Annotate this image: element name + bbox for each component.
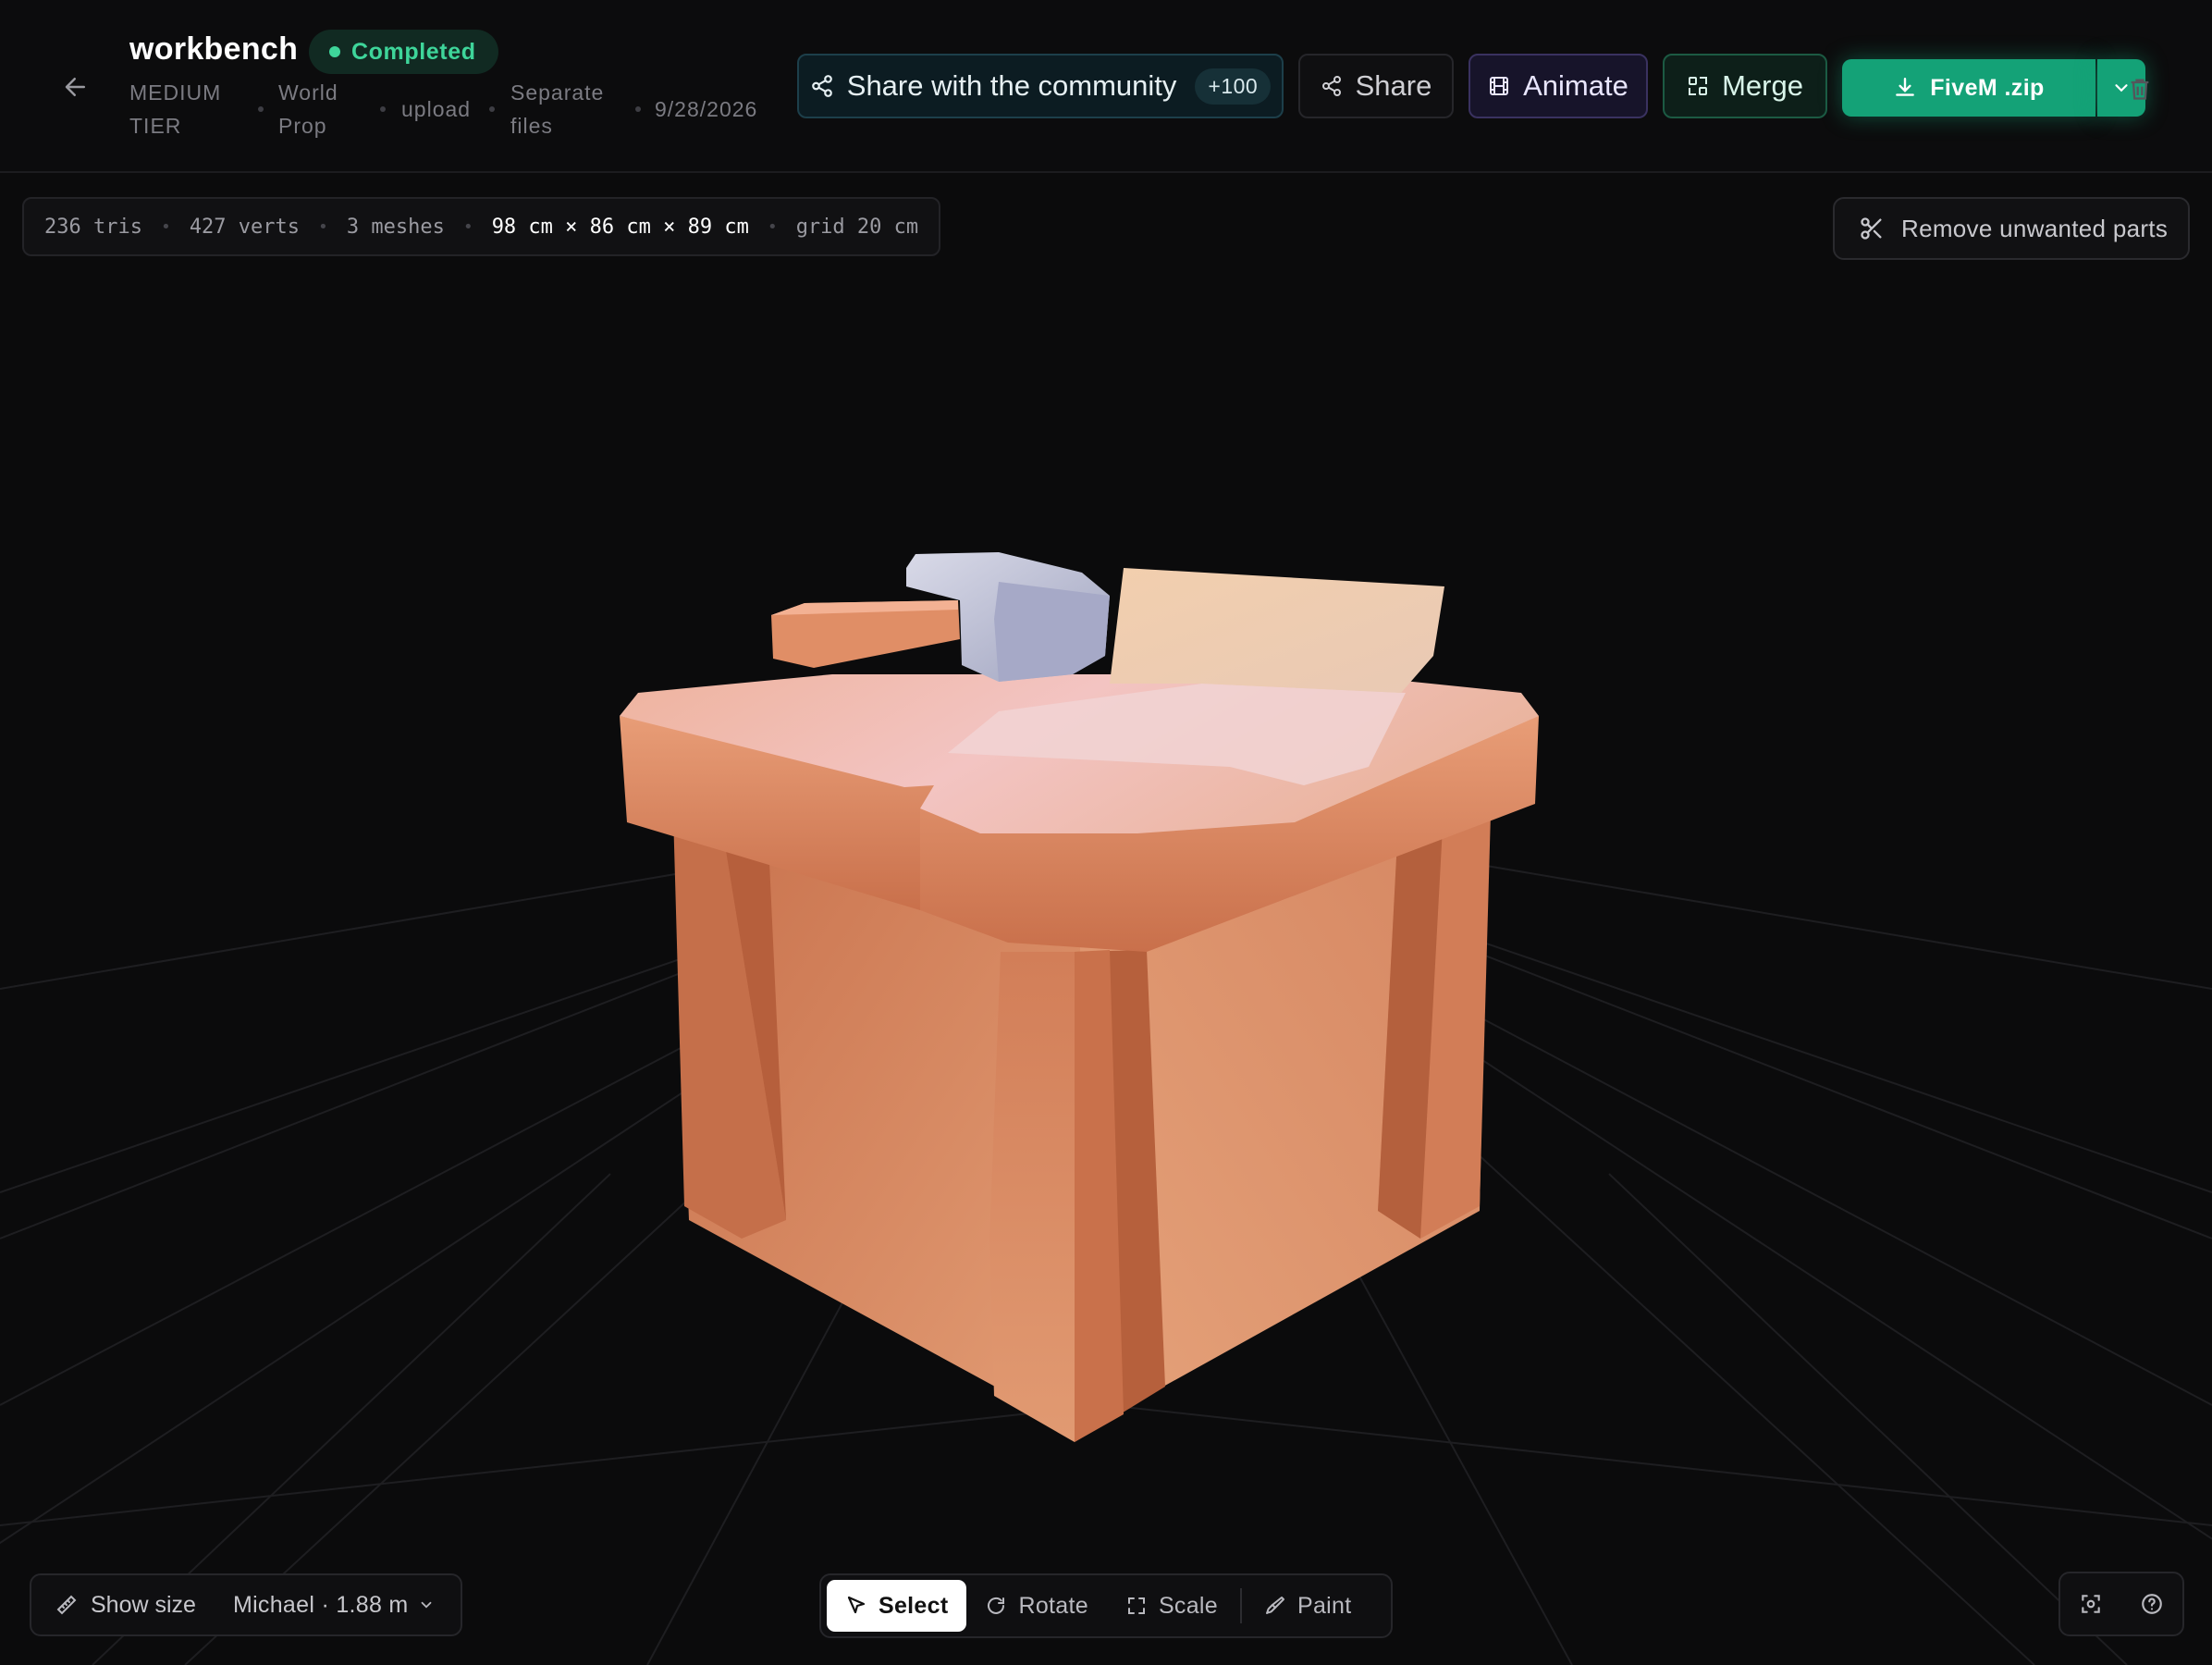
- size-reference-select[interactable]: Michael · 1.88 m: [233, 1592, 435, 1619]
- 3d-viewport[interactable]: 236 tris • 427 verts • 3 meshes • 98 cm …: [0, 175, 2212, 1665]
- meta-category: World Prop: [278, 76, 338, 142]
- scale-icon: [1127, 1597, 1145, 1614]
- meta-category-line2: Prop: [278, 114, 327, 138]
- meta-date: 9/28/2026: [655, 97, 758, 121]
- meta-separator: [489, 106, 495, 112]
- mesh-stats-bar: 236 tris • 427 verts • 3 meshes • 98 cm …: [22, 197, 941, 256]
- meta-tier-line1: MEDIUM: [129, 80, 222, 105]
- stat-grid: grid 20 cm: [795, 215, 919, 239]
- tool-rotate[interactable]: Rotate: [966, 1580, 1106, 1632]
- tool-rotate-label: Rotate: [1018, 1592, 1088, 1619]
- back-button[interactable]: [57, 68, 94, 105]
- show-size-label: Show size: [91, 1591, 196, 1618]
- stat-separator: •: [767, 216, 778, 237]
- help-button[interactable]: [2130, 1582, 2174, 1626]
- ruler-icon: [56, 1595, 77, 1615]
- status-dot: [329, 46, 340, 57]
- tool-paint-label: Paint: [1296, 1592, 1352, 1619]
- toolbar-divider: [1239, 1588, 1242, 1623]
- share-nodes-icon: [1321, 76, 1341, 96]
- community-count-badge: +100: [1195, 68, 1272, 105]
- workbench-model: [620, 552, 1539, 1442]
- tool-select[interactable]: Select: [827, 1580, 967, 1632]
- meta-output: Separate files: [510, 76, 604, 142]
- status-label: Completed: [351, 38, 476, 65]
- meta-separator: [635, 106, 641, 112]
- stat-separator: •: [462, 216, 473, 237]
- stat-separator: •: [160, 216, 171, 237]
- share-button[interactable]: Share: [1298, 54, 1454, 118]
- header: workbench Completed MEDIUM TIER World Pr…: [0, 0, 2212, 173]
- meta-tier-line2: TIER: [129, 114, 182, 138]
- chevron-down-icon: [421, 1601, 431, 1609]
- cursor-icon: [847, 1596, 866, 1614]
- rotate-icon: [988, 1597, 1005, 1614]
- stat-verts: 427 verts: [189, 215, 301, 239]
- tool-scale-label: Scale: [1158, 1592, 1218, 1619]
- animate-button[interactable]: Animate: [1469, 54, 1648, 118]
- merge-label: Merge: [1722, 69, 1803, 102]
- app-root: workbench Completed MEDIUM TIER World Pr…: [0, 0, 2212, 1665]
- stat-tris: 236 tris: [44, 215, 142, 239]
- size-reference-panel: Show size Michael · 1.88 m: [30, 1573, 462, 1636]
- stat-meshes: 3 meshes: [346, 215, 445, 239]
- meta-separator: [380, 106, 386, 112]
- tool-paint[interactable]: Paint: [1246, 1580, 1370, 1632]
- meta-output-line1: Separate: [510, 80, 605, 105]
- tool-select-label: Select: [879, 1592, 949, 1619]
- share-community-button[interactable]: Share with the community +100: [797, 54, 1284, 118]
- meta-separator: [258, 106, 264, 112]
- meta-category-line1: World: [278, 80, 338, 105]
- page-title: workbench: [129, 31, 299, 67]
- merge-button[interactable]: Merge: [1663, 54, 1827, 118]
- stat-separator: •: [318, 216, 328, 237]
- show-size-toggle[interactable]: Show size: [31, 1592, 196, 1619]
- animate-label: Animate: [1523, 69, 1628, 102]
- share-label: Share: [1355, 69, 1432, 102]
- remove-parts-label: Remove unwanted parts: [1901, 214, 2169, 242]
- meta-output-line2: files: [510, 114, 553, 138]
- share-community-label: Share with the community: [846, 69, 1177, 102]
- size-reference-value: Michael · 1.88 m: [232, 1591, 409, 1618]
- view-tools: [2058, 1572, 2184, 1636]
- help-icon: [2142, 1594, 2162, 1614]
- scissors-icon: [1861, 217, 1882, 240]
- trash-icon: [2131, 79, 2149, 100]
- film-icon: [1490, 77, 1509, 95]
- download-icon: [1896, 78, 1915, 96]
- meta-tier: MEDIUM TIER: [129, 76, 221, 142]
- status-badge: Completed: [309, 30, 498, 74]
- share-nodes-icon: [811, 75, 832, 97]
- delete-button[interactable]: [2120, 68, 2160, 109]
- paint-icon: [1265, 1597, 1284, 1614]
- remove-parts-button[interactable]: Remove unwanted parts: [1833, 197, 2190, 260]
- download-button[interactable]: FiveM .zip: [1842, 59, 2095, 117]
- tool-scale[interactable]: Scale: [1107, 1580, 1236, 1632]
- focus-icon: [2082, 1595, 2100, 1613]
- stat-dimensions: 98 cm × 86 cm × 89 cm: [491, 215, 749, 239]
- focus-button[interactable]: [2069, 1582, 2113, 1626]
- transform-toolbar: Select Rotate Scale Paint: [819, 1573, 1393, 1638]
- arrow-left-icon: [65, 78, 85, 96]
- merge-icon: [1689, 77, 1708, 95]
- meta-source: upload: [401, 97, 472, 121]
- download-label: FiveM .zip: [1930, 74, 2045, 101]
